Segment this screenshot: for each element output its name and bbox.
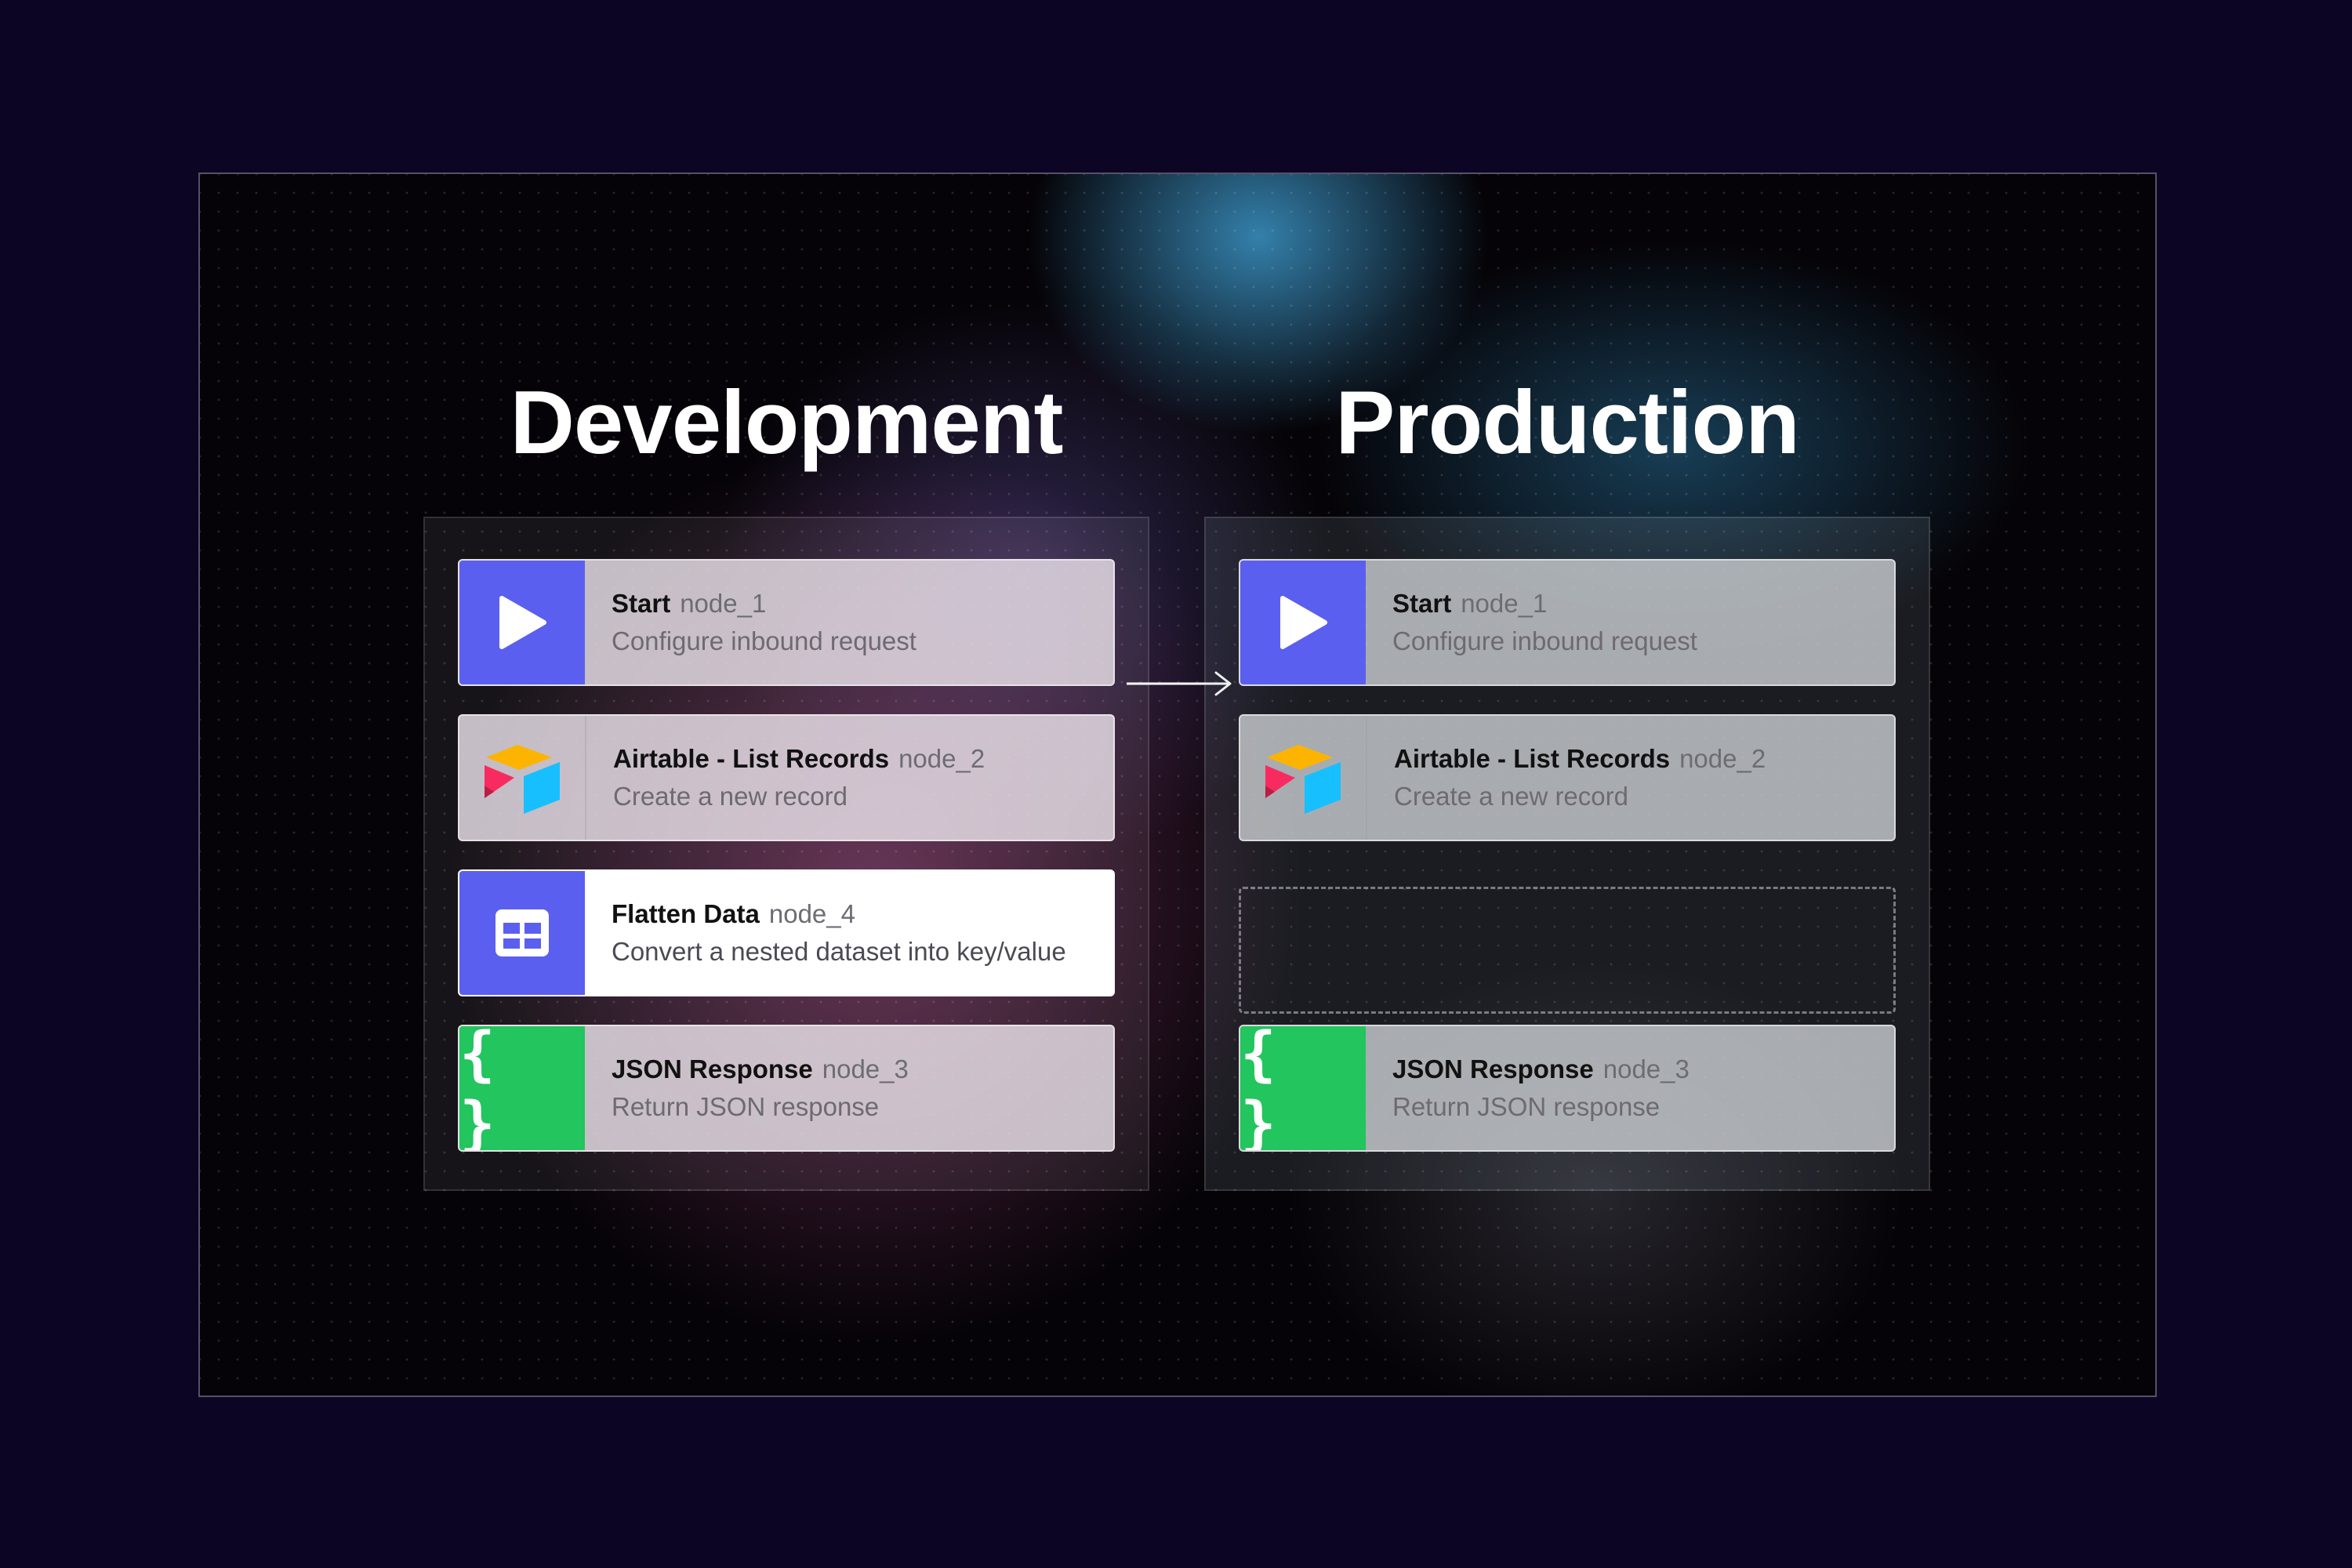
development-heading: Development xyxy=(510,373,1064,473)
node-subtitle: Create a new record xyxy=(613,782,848,811)
node-title: Airtable - List Records xyxy=(1394,744,1671,773)
braces-icon: { } xyxy=(1240,1025,1284,1152)
node-title: Airtable - List Records xyxy=(613,744,890,773)
prod-airtable-node-card[interactable]: Airtable - List Records node_2 Create a n… xyxy=(1239,714,1896,841)
json-icon-box: { } xyxy=(459,1026,585,1150)
node-subtitle: Configure inbound request xyxy=(612,626,916,655)
node-title: JSON Response xyxy=(612,1054,813,1083)
node-title: Start xyxy=(612,589,671,618)
play-icon xyxy=(1280,596,1327,649)
airtable-icon-box xyxy=(459,716,586,840)
start-icon-box xyxy=(459,561,585,684)
node-id: node_3 xyxy=(1602,1054,1690,1083)
node-subtitle: Create a new record xyxy=(1394,782,1628,811)
airtable-icon-box xyxy=(1240,716,1367,840)
node-subtitle: Return JSON response xyxy=(612,1092,880,1121)
prod-start-node-card[interactable]: Start node_1 Configure inbound request xyxy=(1239,559,1896,686)
production-heading: Production xyxy=(1335,373,1800,473)
node-title: Flatten Data xyxy=(612,899,760,928)
development-panel: Start node_1 Configure inbound request Ai… xyxy=(423,517,1149,1191)
table-icon xyxy=(495,909,549,956)
node-subtitle: Return JSON response xyxy=(1392,1092,1661,1121)
workflow-canvas: Development Production Start node_1 Confi… xyxy=(198,172,2157,1397)
production-panel: Start node_1 Configure inbound request Ai… xyxy=(1204,517,1930,1191)
node-id: node_2 xyxy=(1679,744,1766,773)
node-id: node_1 xyxy=(1461,589,1548,618)
node-id: node_2 xyxy=(898,744,985,773)
dev-airtable-node-card[interactable]: Airtable - List Records node_2 Create a n… xyxy=(458,714,1115,841)
node-title: Start xyxy=(1392,589,1452,618)
airtable-logo-icon xyxy=(1265,745,1341,814)
dev-json-response-node-card[interactable]: { } JSON Response node_3 Return JSON resp… xyxy=(458,1025,1115,1152)
braces-icon: { } xyxy=(459,1025,503,1152)
flatten-icon-box xyxy=(459,871,585,995)
dev-start-node-card[interactable]: Start node_1 Configure inbound request xyxy=(458,559,1115,686)
start-icon-box xyxy=(1240,561,1366,684)
node-title: JSON Response xyxy=(1392,1054,1594,1083)
node-id: node_3 xyxy=(822,1054,909,1083)
play-icon xyxy=(499,596,546,649)
prod-json-response-node-card[interactable]: { } JSON Response node_3 Return JSON resp… xyxy=(1239,1025,1896,1152)
airtable-logo-icon xyxy=(485,745,560,814)
json-icon-box: { } xyxy=(1240,1026,1366,1150)
node-subtitle: Convert a nested dataset into key/value xyxy=(612,937,1066,966)
dev-flatten-node-card[interactable]: Flatten Data node_4 Convert a nested data… xyxy=(458,869,1115,996)
node-id: node_1 xyxy=(680,589,767,618)
node-id: node_4 xyxy=(768,899,855,928)
empty-node-placeholder[interactable] xyxy=(1239,887,1896,1014)
node-subtitle: Configure inbound request xyxy=(1392,626,1697,655)
